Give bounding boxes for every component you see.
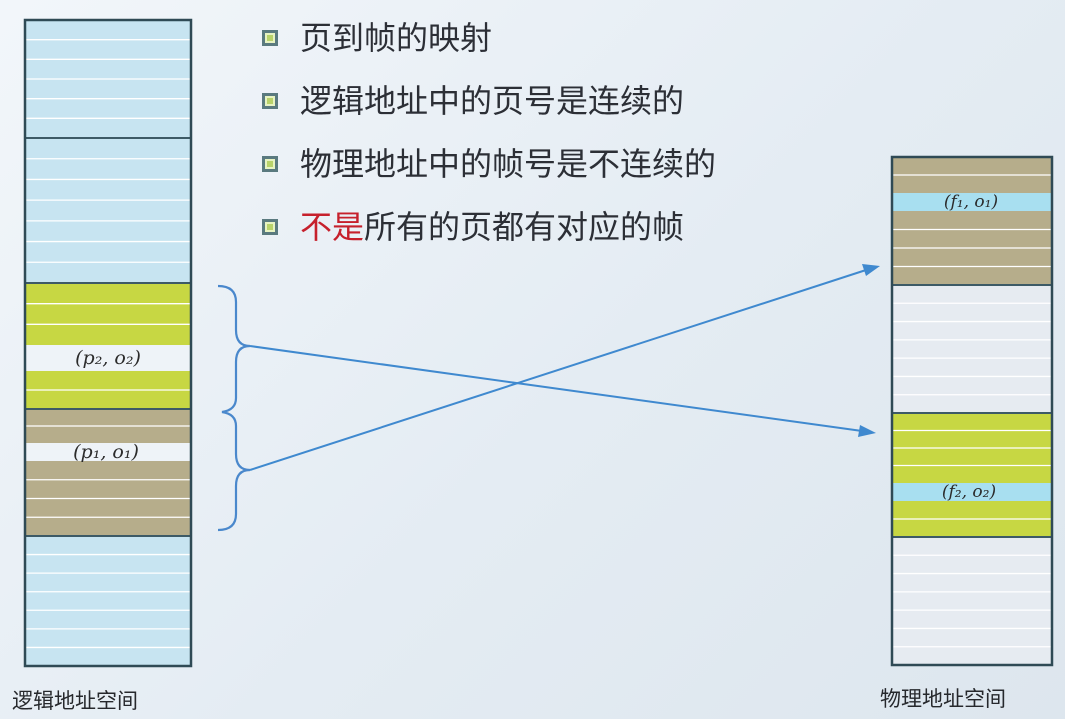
bullet-text: 所有的页都有对应的帧 (364, 208, 685, 246)
logical-space-caption: 逻辑地址空间 (12, 689, 138, 713)
square-bullet-icon (262, 156, 278, 172)
bullet-text: 物理地址中的帧号是不连续的 (300, 145, 717, 183)
bullet-item: 物理地址中的帧号是不连续的 (262, 146, 716, 182)
bullet-item: 不是所有的页都有对应的帧 (262, 209, 716, 245)
mapping-line-page1-to-frame1 (249, 269, 867, 471)
label-f1-o1: (f₁, o₁) (944, 192, 998, 212)
label-f2-o2: (f₂, o₂) (942, 482, 996, 502)
page-group-brace (217, 284, 251, 532)
bullet-item: 逻辑地址中的页号是连续的 (262, 83, 716, 119)
logical-page-block (25, 536, 191, 666)
logical-page-block (25, 138, 191, 283)
physical-frame-block (892, 537, 1052, 665)
physical-frame-block (892, 285, 1052, 413)
square-bullet-icon (262, 93, 278, 109)
arrowhead-frame2 (858, 425, 876, 437)
physical-space-caption: 物理地址空间 (880, 687, 1006, 711)
bullet-highlight-text: 不是 (300, 208, 365, 246)
physical-address-column (890, 155, 1054, 667)
logical-address-column (23, 18, 193, 668)
arrowhead-frame1 (862, 264, 880, 276)
label-p2-o2: (p₂, o₂) (75, 347, 141, 369)
bullet-list: 页到帧的映射 逻辑地址中的页号是连续的 物理地址中的帧号是不连续的 不是所有的页… (262, 20, 716, 272)
square-bullet-icon (262, 30, 278, 46)
bullet-text: 逻辑地址中的页号是连续的 (300, 82, 685, 120)
mapping-line-page2-to-frame2 (249, 345, 863, 432)
bullet-text: 页到帧的映射 (300, 19, 493, 57)
square-bullet-icon (262, 219, 278, 235)
label-p1-o1: (p₁, o₁) (73, 441, 139, 463)
bullet-item: 页到帧的映射 (262, 20, 716, 56)
logical-page-p2 (25, 283, 191, 345)
